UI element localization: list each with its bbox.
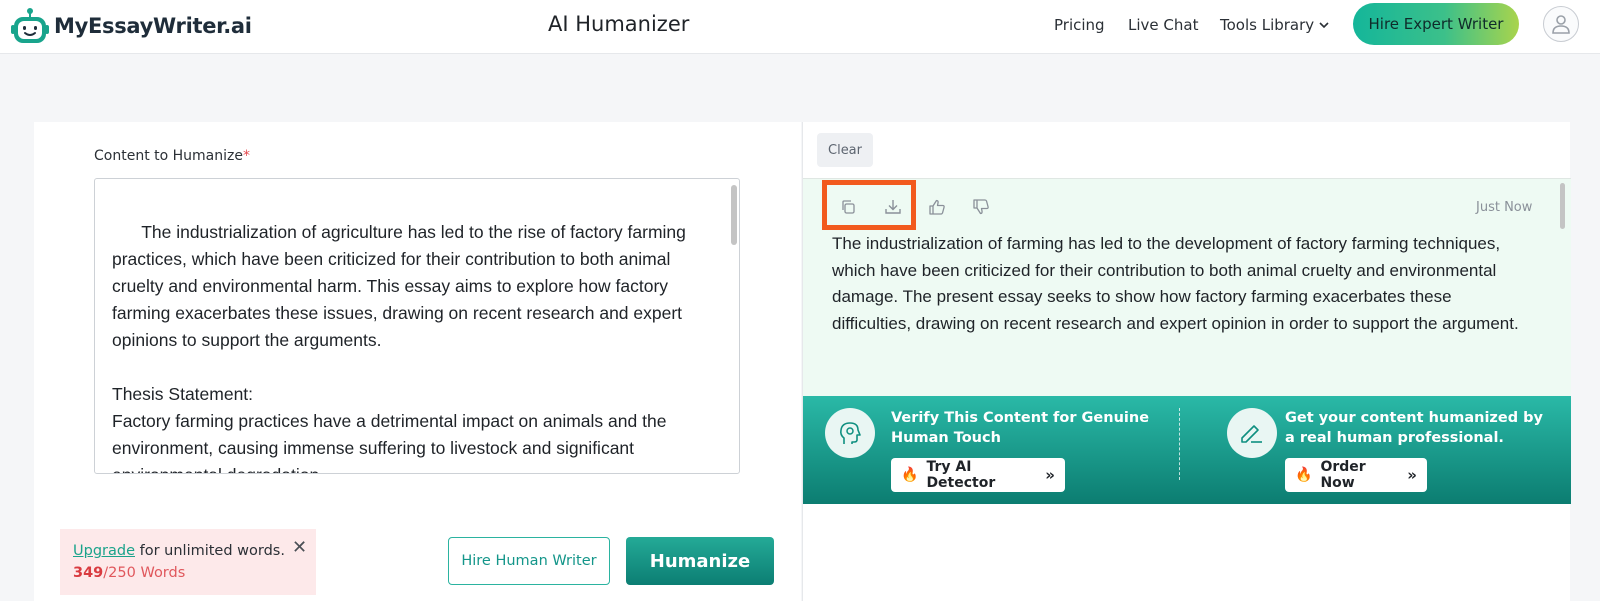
- nav-live-chat[interactable]: Live Chat: [1128, 16, 1198, 34]
- textarea-scrollbar[interactable]: [731, 185, 737, 245]
- content-label-text: Content to Humanize: [94, 148, 243, 164]
- order-promo-title: Get your content humanized by a real hum…: [1285, 410, 1543, 446]
- thumbs-down-icon[interactable]: [970, 196, 992, 218]
- nav-tools-library-label: Tools Library: [1220, 16, 1315, 34]
- robot-logo-icon: [10, 6, 50, 46]
- try-ai-detector-button[interactable]: 🔥 Try AI Detector »: [891, 458, 1065, 492]
- promo-divider: [1179, 408, 1180, 480]
- clear-button[interactable]: Clear: [817, 133, 873, 167]
- fire-icon: 🔥: [901, 467, 919, 483]
- word-count-value: 349: [73, 565, 104, 581]
- thumbs-up-icon[interactable]: [926, 196, 948, 218]
- close-icon[interactable]: ✕: [292, 537, 307, 558]
- brand-name: MyEssayWriter.ai: [54, 14, 252, 38]
- word-limit-notice: Upgrade for unlimited words. 349/250 Wor…: [60, 529, 316, 595]
- output-timestamp: Just Now: [1476, 200, 1533, 215]
- word-limit-text: /250 Words: [103, 565, 186, 581]
- upgrade-text: for unlimited words.: [135, 543, 285, 559]
- user-avatar[interactable]: [1543, 6, 1579, 42]
- output-area: Just Now The industrialization of farmin…: [803, 178, 1571, 396]
- humanized-output-text: The industrialization of farming has led…: [832, 234, 1519, 333]
- word-count: 349/250 Words: [73, 565, 185, 581]
- brand-logo[interactable]: MyEssayWriter.ai: [10, 6, 252, 46]
- input-panel: Content to Humanize* The industrializati…: [34, 122, 801, 601]
- output-panel: Clear Just Now The industrialization of …: [802, 122, 1571, 601]
- writing-hand-icon: [1227, 408, 1277, 458]
- hire-human-writer-button[interactable]: Hire Human Writer: [448, 537, 610, 585]
- nav-tools-library[interactable]: Tools Library: [1220, 16, 1331, 34]
- chevron-down-icon: [1319, 22, 1329, 29]
- content-text: The industrialization of agriculture has…: [112, 222, 686, 473]
- required-mark: *: [242, 148, 250, 164]
- double-chevron-icon: »: [1407, 466, 1417, 484]
- fire-icon: 🔥: [1295, 467, 1313, 483]
- try-ai-detector-label: Try AI Detector: [926, 459, 996, 491]
- top-header: MyEssayWriter.ai AI Humanizer Pricing Li…: [0, 0, 1600, 54]
- page-title: AI Humanizer: [548, 12, 690, 36]
- copy-download-highlight: [822, 180, 916, 230]
- double-chevron-icon: »: [1045, 466, 1055, 484]
- promo-banner: Verify This Content for Genuine Human To…: [803, 396, 1571, 504]
- upgrade-link[interactable]: Upgrade: [73, 543, 135, 559]
- output-scrollbar[interactable]: [1560, 183, 1565, 229]
- head-gear-icon: [825, 408, 875, 458]
- detector-promo-title: Verify This Content for Genuine Human To…: [891, 410, 1150, 446]
- order-now-button[interactable]: 🔥 Order Now »: [1285, 458, 1427, 492]
- nav-pricing[interactable]: Pricing: [1054, 16, 1105, 34]
- user-icon: [1552, 15, 1570, 34]
- upgrade-line: Upgrade for unlimited words.: [73, 543, 285, 559]
- hire-expert-writer-button[interactable]: Hire Expert Writer: [1353, 3, 1519, 45]
- order-now-label: Order Now: [1320, 459, 1366, 491]
- humanize-button[interactable]: Humanize: [626, 537, 774, 585]
- content-label: Content to Humanize*: [94, 148, 250, 164]
- content-textarea[interactable]: The industrialization of agriculture has…: [94, 178, 740, 474]
